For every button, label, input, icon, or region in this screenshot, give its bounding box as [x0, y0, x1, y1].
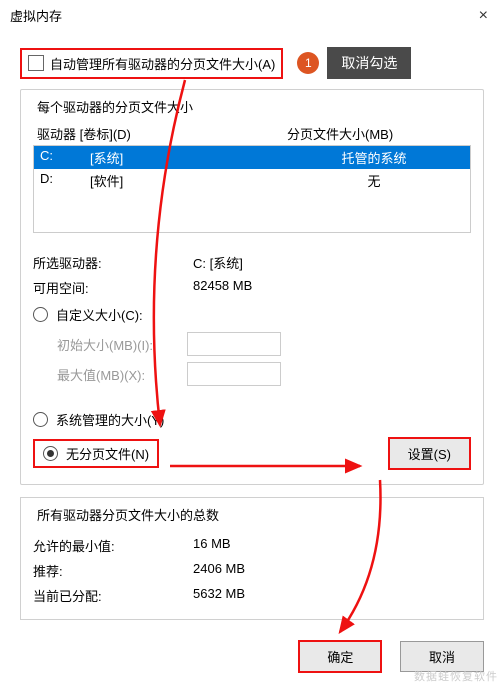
auto-manage-label: 自动管理所有驱动器的分页文件大小(A): [50, 54, 275, 73]
drive-list[interactable]: C: [系统] 托管的系统 D: [软件] 无: [33, 145, 471, 233]
radio-none-label: 无分页文件(N): [66, 444, 149, 463]
col-drive-header: 驱动器 [卷标](D): [37, 124, 287, 143]
drive-size: 托管的系统: [284, 148, 464, 167]
window-title: 虚拟内存: [10, 6, 62, 25]
drive-letter: D:: [40, 171, 90, 190]
step-badge-1: 1: [297, 52, 319, 74]
radio-no-paging[interactable]: [43, 446, 58, 461]
initial-size-label: 初始大小(MB)(I):: [57, 335, 187, 354]
tip-uncheck: 取消勾选: [327, 47, 411, 79]
selected-drive-label: 所选驱动器:: [33, 253, 193, 272]
radio-custom-label: 自定义大小(C):: [56, 305, 143, 324]
max-size-label: 最大值(MB)(X):: [57, 365, 187, 384]
cur-label: 当前已分配:: [33, 586, 193, 605]
drive-size: 无: [284, 171, 464, 190]
drive-label: [软件]: [90, 171, 284, 190]
auto-manage-checkbox[interactable]: [28, 55, 44, 71]
set-button[interactable]: 设置(S): [388, 437, 471, 470]
free-space-label: 可用空间:: [33, 278, 193, 297]
ok-button[interactable]: 确定: [298, 640, 382, 673]
radio-icon: [33, 307, 48, 322]
initial-size-input[interactable]: [187, 332, 281, 356]
per-drive-title: 每个驱动器的分页文件大小: [33, 97, 197, 116]
max-size-input[interactable]: [187, 362, 281, 386]
radio-system-label: 系统管理的大小(Y): [56, 410, 164, 429]
drive-label: [系统]: [90, 148, 284, 167]
rec-value: 2406 MB: [193, 561, 471, 580]
radio-icon: [33, 412, 48, 427]
selected-drive-value: C: [系统]: [193, 253, 471, 272]
min-label: 允许的最小值:: [33, 536, 193, 555]
close-icon[interactable]: ×: [473, 7, 494, 25]
drive-row-d[interactable]: D: [软件] 无: [34, 169, 470, 192]
totals-title: 所有驱动器分页文件大小的总数: [33, 505, 223, 524]
cur-value: 5632 MB: [193, 586, 471, 605]
drive-row-c[interactable]: C: [系统] 托管的系统: [34, 146, 470, 169]
drive-letter: C:: [40, 148, 90, 167]
radio-custom-size[interactable]: 自定义大小(C):: [33, 305, 471, 324]
auto-manage-highlight: 自动管理所有驱动器的分页文件大小(A): [20, 48, 283, 79]
min-value: 16 MB: [193, 536, 471, 555]
free-space-value: 82458 MB: [193, 278, 471, 297]
col-size-header: 分页文件大小(MB): [287, 124, 467, 143]
radio-system-managed[interactable]: 系统管理的大小(Y): [33, 410, 471, 429]
rec-label: 推荐:: [33, 561, 193, 580]
radio-no-paging-highlight: 无分页文件(N): [33, 439, 159, 468]
watermark: 数据蛙恢复软件: [414, 668, 498, 684]
